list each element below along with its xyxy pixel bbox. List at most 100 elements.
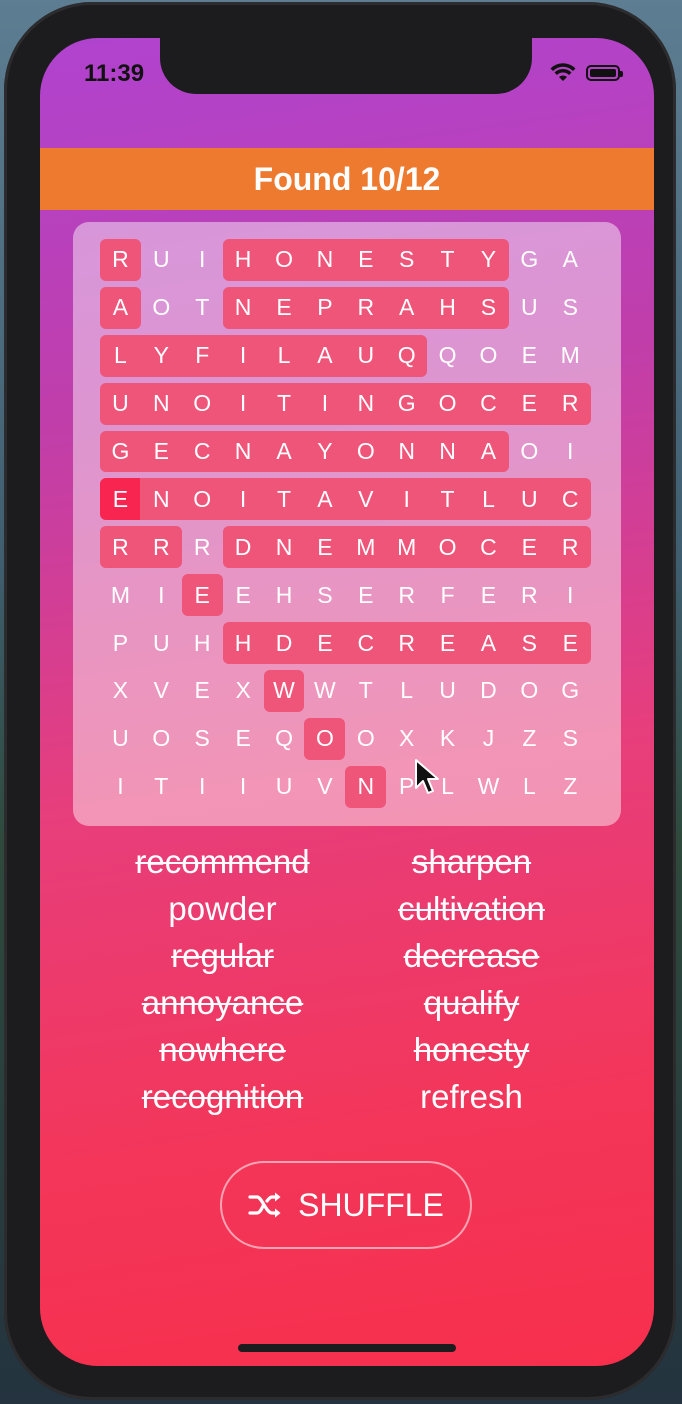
- grid-cell[interactable]: A: [385, 284, 429, 332]
- grid-cell[interactable]: N: [303, 236, 347, 284]
- grid-cell[interactable]: R: [548, 523, 591, 571]
- grid-cell[interactable]: Y: [303, 428, 347, 476]
- home-indicator[interactable]: [238, 1344, 456, 1352]
- grid-cell[interactable]: I: [141, 571, 182, 619]
- grid-cell[interactable]: A: [303, 332, 347, 380]
- grid-cell[interactable]: C: [548, 475, 591, 523]
- letter-grid[interactable]: RUIHONESTYGAAOTNEPRAHSUSLYFILAUQQOEMUNOI…: [100, 236, 591, 811]
- grid-cell[interactable]: E: [139, 428, 183, 476]
- grid-cell[interactable]: U: [264, 763, 305, 811]
- grid-cell[interactable]: U: [509, 284, 550, 332]
- grid-cell[interactable]: O: [141, 284, 182, 332]
- grid-cell[interactable]: M: [550, 332, 591, 380]
- grid-cell[interactable]: I: [182, 763, 223, 811]
- grid-cell[interactable]: E: [303, 523, 347, 571]
- grid-cell[interactable]: I: [223, 763, 264, 811]
- grid-cell[interactable]: N: [345, 763, 387, 811]
- grid-cell[interactable]: R: [100, 523, 142, 571]
- grid-cell[interactable]: T: [262, 380, 306, 428]
- grid-cell[interactable]: A: [467, 619, 510, 667]
- grid-cell[interactable]: R: [548, 380, 591, 428]
- grid-cell[interactable]: E: [509, 332, 550, 380]
- grid-cell[interactable]: W: [263, 667, 305, 715]
- grid-cell[interactable]: N: [344, 380, 388, 428]
- grid-cell[interactable]: M: [385, 523, 429, 571]
- grid-cell[interactable]: G: [550, 667, 591, 715]
- grid-cell[interactable]: Z: [550, 763, 591, 811]
- shuffle-button[interactable]: SHUFFLE: [220, 1161, 472, 1249]
- grid-cell[interactable]: H: [426, 284, 469, 332]
- grid-cell[interactable]: Q: [385, 332, 428, 380]
- grid-cell[interactable]: O: [180, 475, 224, 523]
- grid-cell[interactable]: L: [509, 763, 550, 811]
- grid-cell[interactable]: E: [468, 571, 509, 619]
- grid-cell[interactable]: W: [304, 667, 345, 715]
- grid-cell[interactable]: E: [223, 571, 264, 619]
- grid-cell[interactable]: W: [468, 763, 509, 811]
- grid-cell[interactable]: D: [468, 667, 509, 715]
- grid-cell[interactable]: G: [385, 380, 429, 428]
- grid-cell[interactable]: T: [182, 284, 223, 332]
- grid-cell[interactable]: O: [426, 380, 469, 428]
- grid-cell[interactable]: N: [139, 475, 183, 523]
- grid-cell[interactable]: L: [262, 332, 306, 380]
- grid-cell[interactable]: R: [139, 523, 182, 571]
- grid-cell[interactable]: L: [467, 475, 510, 523]
- grid-cell[interactable]: S: [467, 284, 509, 332]
- grid-cell[interactable]: R: [344, 284, 388, 332]
- grid-cell[interactable]: N: [139, 380, 183, 428]
- grid-cell[interactable]: N: [221, 428, 265, 476]
- grid-cell[interactable]: O: [180, 380, 224, 428]
- grid-cell[interactable]: U: [100, 715, 141, 763]
- grid-cell[interactable]: N: [426, 428, 469, 476]
- grid-cell[interactable]: X: [223, 667, 264, 715]
- grid-cell[interactable]: C: [344, 619, 388, 667]
- grid-cell[interactable]: O: [345, 715, 386, 763]
- grid-cell[interactable]: D: [222, 523, 265, 571]
- grid-cell[interactable]: S: [182, 715, 223, 763]
- grid-cell[interactable]: A: [467, 428, 509, 476]
- grid-cell[interactable]: Y: [467, 236, 509, 284]
- grid-cell[interactable]: R: [385, 619, 429, 667]
- grid-cell[interactable]: R: [182, 523, 223, 571]
- grid-cell[interactable]: O: [509, 428, 550, 476]
- grid-cell[interactable]: O: [344, 428, 388, 476]
- grid-cell[interactable]: I: [303, 380, 347, 428]
- grid-cell[interactable]: G: [509, 236, 550, 284]
- grid-cell[interactable]: T: [262, 475, 306, 523]
- grid-cell[interactable]: E: [507, 523, 551, 571]
- grid-cell[interactable]: M: [100, 571, 141, 619]
- grid-cell[interactable]: S: [304, 571, 345, 619]
- grid-cell[interactable]: Q: [264, 715, 305, 763]
- grid-cell[interactable]: T: [345, 667, 386, 715]
- grid-cell[interactable]: P: [303, 284, 347, 332]
- grid-cell[interactable]: I: [221, 380, 265, 428]
- grid-cell[interactable]: R: [509, 571, 550, 619]
- grid-cell[interactable]: U: [100, 380, 142, 428]
- grid-cell[interactable]: R: [386, 571, 427, 619]
- grid-cell[interactable]: P: [100, 619, 141, 667]
- grid-cell[interactable]: M: [344, 523, 388, 571]
- grid-cell[interactable]: T: [141, 763, 182, 811]
- grid-cell[interactable]: E: [223, 715, 264, 763]
- grid-cell[interactable]: E: [345, 571, 386, 619]
- grid-cell[interactable]: H: [264, 571, 305, 619]
- grid-cell[interactable]: D: [262, 619, 306, 667]
- grid-cell[interactable]: I: [550, 428, 591, 476]
- grid-cell[interactable]: H: [222, 619, 265, 667]
- grid-cell[interactable]: I: [182, 236, 223, 284]
- grid-cell[interactable]: U: [344, 332, 388, 380]
- grid-cell[interactable]: I: [221, 332, 265, 380]
- grid-cell[interactable]: E: [507, 380, 551, 428]
- grid-cell[interactable]: O: [262, 236, 306, 284]
- grid-cell[interactable]: E: [100, 475, 142, 523]
- grid-cell[interactable]: V: [344, 475, 388, 523]
- grid-cell[interactable]: Z: [509, 715, 550, 763]
- grid-cell[interactable]: A: [303, 475, 347, 523]
- grid-cell[interactable]: A: [100, 284, 141, 332]
- grid-cell[interactable]: U: [427, 667, 468, 715]
- grid-cell[interactable]: V: [141, 667, 182, 715]
- grid-cell[interactable]: Q: [427, 332, 468, 380]
- grid-cell[interactable]: T: [426, 236, 469, 284]
- grid-cell[interactable]: H: [222, 236, 265, 284]
